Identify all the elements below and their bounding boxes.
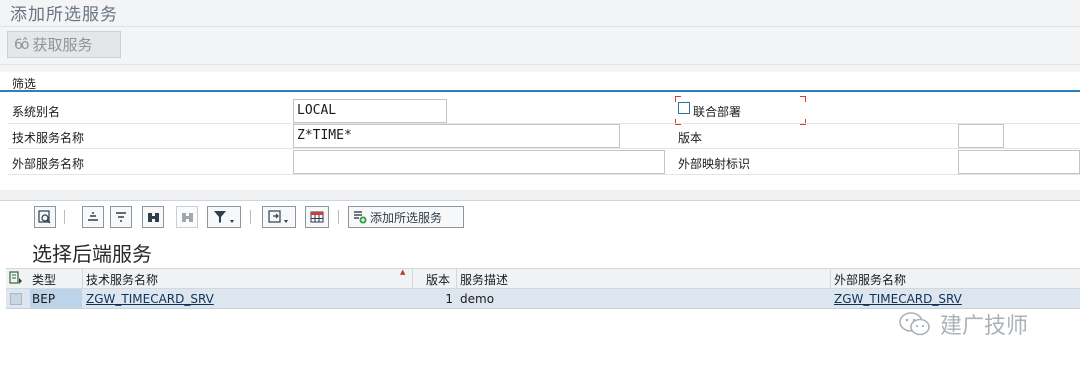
column-header-version[interactable]: 版本	[426, 271, 450, 288]
add-selected-services-button[interactable]: 添加所选服务	[348, 206, 464, 228]
page-title: 添加所选服务	[10, 5, 118, 25]
details-icon[interactable]	[34, 206, 56, 228]
system-alias-label: 系统别名	[12, 105, 61, 119]
column-header-description[interactable]: 服务描述	[460, 271, 508, 288]
tech-service-field[interactable]: Z*TIME*	[293, 124, 620, 148]
sort-indicator-icon: ▲	[400, 268, 406, 276]
version-label: 版本	[678, 131, 703, 145]
wechat-icon	[898, 311, 932, 337]
table-header	[6, 268, 1080, 289]
cell-type[interactable]: BEP	[32, 292, 55, 306]
layout-icon[interactable]	[305, 206, 329, 228]
toolbar-separator	[250, 210, 251, 224]
ext-mapping-field[interactable]	[958, 150, 1080, 174]
cell-tech-name-link[interactable]: ZGW_TIMECARD_SRV	[86, 292, 214, 306]
filter-accent-line	[0, 90, 1080, 92]
column-header-type[interactable]: 类型	[32, 271, 56, 288]
fetch-services-button[interactable]: 6ô 获取服务	[7, 31, 121, 58]
find-icon[interactable]	[142, 206, 164, 228]
tech-service-label: 技术服务名称	[12, 131, 85, 145]
filter-icon[interactable]	[207, 206, 241, 228]
row-divider	[8, 174, 1080, 175]
section-title: 选择后端服务	[32, 242, 152, 266]
divider	[0, 64, 1080, 65]
row-selector[interactable]	[10, 293, 22, 305]
ext-service-field[interactable]	[293, 150, 665, 174]
fetch-services-label: 获取服务	[32, 36, 93, 54]
focus-corner	[800, 96, 806, 102]
cell-version[interactable]: 1	[420, 292, 453, 306]
find-next-icon[interactable]	[176, 206, 198, 228]
divider	[0, 26, 1080, 27]
sort-ascending-icon[interactable]	[82, 206, 104, 228]
co-deploy-label: 联合部署	[693, 105, 742, 119]
focus-corner	[675, 119, 681, 125]
toolbar-separator	[338, 210, 339, 224]
row-divider	[8, 148, 1080, 149]
version-field[interactable]	[958, 124, 1004, 148]
panel-gap	[0, 190, 1080, 200]
focus-corner	[800, 119, 806, 125]
add-icon	[353, 210, 367, 224]
cell-description[interactable]: demo	[460, 292, 494, 306]
column-header-ext-name[interactable]: 外部服务名称	[834, 271, 906, 288]
system-alias-field[interactable]: LOCAL	[293, 99, 447, 123]
column-header-tech-name[interactable]: 技术服务名称	[86, 271, 158, 288]
export-icon[interactable]	[262, 206, 296, 228]
co-deploy-checkbox[interactable]	[678, 102, 690, 114]
add-selected-label: 添加所选服务	[370, 210, 443, 225]
glasses-icon: 6ô	[14, 36, 30, 53]
column-settings-icon[interactable]	[9, 271, 23, 288]
ext-mapping-label: 外部映射标识	[678, 157, 751, 171]
sort-descending-icon[interactable]	[110, 206, 132, 228]
watermark: 建广技师	[898, 308, 1028, 340]
ext-service-label: 外部服务名称	[12, 157, 85, 171]
focus-corner	[675, 96, 681, 102]
toolbar-separator	[64, 210, 65, 224]
watermark-text: 建广技师	[940, 314, 1029, 339]
cell-ext-name-link[interactable]: ZGW_TIMECARD_SRV	[834, 292, 962, 306]
